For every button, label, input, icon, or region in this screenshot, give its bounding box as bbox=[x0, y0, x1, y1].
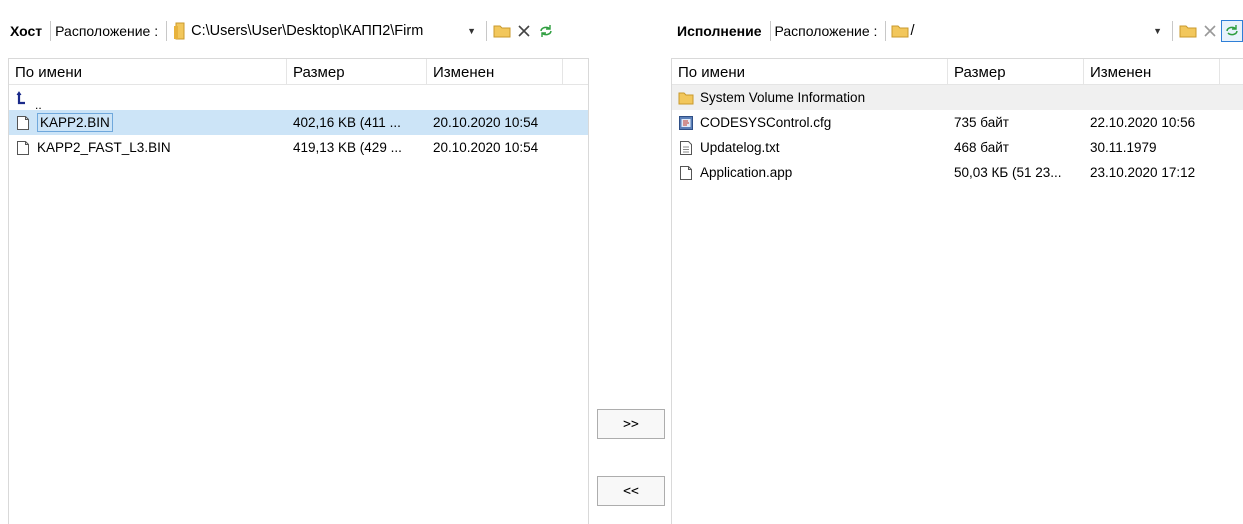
file-size bbox=[948, 85, 1084, 110]
config-file-icon bbox=[678, 115, 694, 131]
host-location-label: Расположение : bbox=[55, 23, 159, 39]
folder-icon bbox=[678, 90, 694, 106]
device-rows: System Volume Information CODESYSControl.… bbox=[672, 85, 1243, 185]
device-file-list[interactable]: По имени Размер Изменен System Volume In… bbox=[671, 58, 1243, 524]
host-file-list[interactable]: По имени Размер Изменен .. KAPP2.BIN 402,… bbox=[8, 58, 589, 524]
file-name: KAPP2_FAST_L3.BIN bbox=[37, 140, 171, 155]
parent-directory-label-row: .. bbox=[9, 98, 588, 110]
device-toolbar: Исполнение Расположение : / ▼ bbox=[675, 16, 1243, 46]
host-file-row[interactable]: KAPP2_FAST_L3.BIN 419,13 KB (429 ... 20.10… bbox=[9, 135, 588, 160]
column-header-name[interactable]: По имени bbox=[9, 59, 287, 84]
file-name: Updatelog.txt bbox=[700, 140, 780, 155]
file-modified: 20.10.2020 10:54 bbox=[433, 140, 539, 155]
column-header-size[interactable]: Размер bbox=[287, 59, 427, 84]
file-name: KAPP2.BIN bbox=[37, 113, 113, 132]
file-name-cell: System Volume Information bbox=[672, 85, 948, 110]
refresh-icon[interactable] bbox=[1221, 20, 1243, 42]
file-name-cell: CODESYSControl.cfg bbox=[672, 110, 948, 135]
table-header: По имени Размер Изменен bbox=[672, 59, 1243, 85]
copy-to-host-button[interactable]: << bbox=[597, 476, 665, 506]
device-file-row[interactable]: System Volume Information bbox=[672, 85, 1243, 110]
toolbar-separator bbox=[486, 21, 488, 41]
column-header-modified[interactable]: Изменен bbox=[1084, 59, 1220, 84]
file-name: CODESYSControl.cfg bbox=[700, 115, 832, 130]
device-path-input[interactable]: / bbox=[910, 23, 1147, 39]
folder-icon bbox=[890, 21, 910, 41]
file-modified: 20.10.2020 10:54 bbox=[433, 115, 539, 130]
copy-to-device-button[interactable]: >> bbox=[597, 409, 665, 439]
delete-icon[interactable] bbox=[513, 20, 535, 42]
file-size: 50,03 КБ (51 23... bbox=[954, 165, 1062, 180]
file-size: 402,16 KB (411 ... bbox=[293, 115, 401, 130]
file-name-cell: KAPP2.BIN bbox=[9, 110, 287, 135]
file-size: 735 байт bbox=[954, 115, 1009, 130]
device-file-row[interactable]: Updatelog.txt 468 байт 30.11.1979 bbox=[672, 135, 1243, 160]
toolbar-separator bbox=[769, 21, 771, 41]
delete-icon[interactable] bbox=[1199, 20, 1221, 42]
file-modified: 22.10.2020 10:56 bbox=[1090, 115, 1196, 130]
file-size: 468 байт bbox=[954, 140, 1009, 155]
parent-directory-label: .. bbox=[35, 98, 42, 110]
host-file-row[interactable]: KAPP2.BIN 402,16 KB (411 ... 20.10.2020 10… bbox=[9, 110, 588, 135]
device-title: Исполнение bbox=[677, 23, 762, 39]
host-title: Хост bbox=[10, 23, 43, 39]
toolbar-separator bbox=[885, 21, 887, 41]
file-icon bbox=[15, 140, 31, 156]
path-dropdown-arrow-icon[interactable]: ▼ bbox=[1147, 26, 1168, 36]
column-header-name[interactable]: По имени bbox=[672, 59, 948, 84]
device-file-row[interactable]: CODESYSControl.cfg 735 байт 22.10.2020 10:… bbox=[672, 110, 1243, 135]
new-folder-icon[interactable] bbox=[491, 20, 513, 42]
file-name-cell: KAPP2_FAST_L3.BIN bbox=[9, 135, 287, 160]
file-modified: 30.11.1979 bbox=[1090, 140, 1157, 155]
column-header-modified[interactable]: Изменен bbox=[427, 59, 563, 84]
device-file-row[interactable]: Application.app 50,03 КБ (51 23... 23.10.2… bbox=[672, 160, 1243, 185]
toolbar-separator bbox=[1172, 21, 1173, 41]
file-name-cell: Application.app bbox=[672, 160, 948, 185]
toolbar-separator bbox=[50, 21, 52, 41]
file-modified: 23.10.2020 17:12 bbox=[1090, 165, 1196, 180]
host-path-input[interactable]: C:\Users\User\Desktop\КАПП2\Firm bbox=[191, 23, 461, 39]
file-name: System Volume Information bbox=[700, 90, 866, 105]
file-name-cell: Updatelog.txt bbox=[672, 135, 948, 160]
table-header: По имени Размер Изменен bbox=[9, 59, 588, 85]
host-toolbar: Хост Расположение : C:\Users\User\Deskto… bbox=[8, 16, 593, 46]
file-name: Application.app bbox=[700, 165, 793, 180]
column-header-size[interactable]: Размер bbox=[948, 59, 1084, 84]
folder-icon bbox=[171, 21, 191, 41]
new-folder-icon[interactable] bbox=[1177, 20, 1199, 42]
file-modified bbox=[1084, 85, 1220, 110]
text-file-icon bbox=[678, 140, 694, 156]
file-size: 419,13 KB (429 ... bbox=[293, 140, 402, 155]
file-icon bbox=[15, 115, 31, 131]
refresh-icon[interactable] bbox=[535, 20, 557, 42]
host-rows: KAPP2.BIN 402,16 KB (411 ... 20.10.2020 10… bbox=[9, 110, 588, 160]
file-icon bbox=[678, 165, 694, 181]
device-location-label: Расположение : bbox=[774, 23, 878, 39]
toolbar-separator bbox=[166, 21, 168, 41]
path-dropdown-arrow-icon[interactable]: ▼ bbox=[461, 26, 482, 36]
